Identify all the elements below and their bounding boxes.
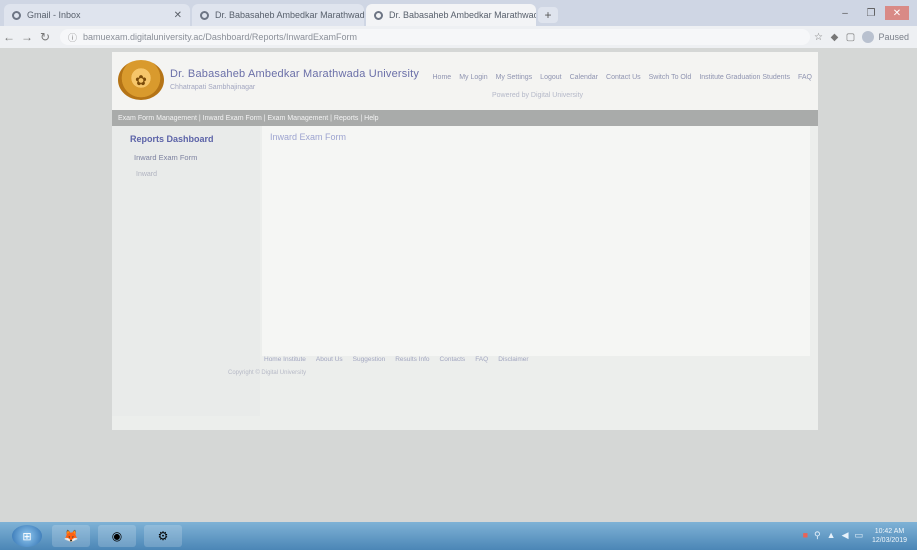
sidebar-heading: Reports Dashboard [130,134,214,144]
nav-faq[interactable]: FAQ [798,74,812,81]
start-button[interactable]: ⊞ [12,525,42,547]
address-bar[interactable]: ⓘ bamuexam.digitaluniversity.ac/Dashboar… [60,29,811,45]
nav-contact-us[interactable]: Contact Us [606,74,641,81]
cast-icon[interactable]: ▢ [842,32,858,43]
new-tab-button[interactable]: + [538,7,558,23]
page-title: Inward Exam Form [270,132,347,142]
chrome-icon[interactable]: ◉ [98,525,136,547]
search-icon[interactable]: ⚲ [814,530,821,541]
footer-link[interactable]: About Us [316,356,343,363]
tab-title: Gmail - Inbox [27,10,81,20]
footer-link[interactable]: Contacts [440,356,466,363]
browser-tab-strip: Gmail - Inbox ✕ Dr. Babasaheb Ambedkar M… [0,0,917,26]
globe-icon [200,10,209,20]
action-center-icon[interactable]: ▭ [854,530,863,541]
nav-my-login[interactable]: My Login [459,74,487,81]
site-tagline: Powered by Digital University [492,92,584,99]
nav-logout[interactable]: Logout [540,74,561,81]
network-icon[interactable]: ▲ [827,530,836,541]
nav-my-settings[interactable]: My Settings [496,74,533,81]
footer-link[interactable]: Disclaimer [498,356,528,363]
university-name: Dr. Babasaheb Ambedkar Marathwada Univer… [170,68,420,80]
footer-links: Home Institute About Us Suggestion Resul… [264,356,529,363]
browser-tab-university-active[interactable]: Dr. Babasaheb Ambedkar Marathwada Univer… [366,4,536,26]
star-icon[interactable]: ☆ [810,32,826,43]
window-controls: – ❐ ✕ [833,6,909,20]
nav-calendar[interactable]: Calendar [570,74,598,81]
clock-time: 10:42 AM [874,528,905,535]
os-taskbar: ⊞ 🦊 ◉ ⚙ ■ ⚲ ▲ ◀ ▭ 10:42 AM 12/03/2019 [0,522,917,550]
browser-tab-university[interactable]: Dr. Babasaheb Ambedkar Marathwada Univer… [192,4,364,26]
nav-switch-old[interactable]: Switch To Old [649,74,692,81]
reload-icon[interactable]: ↻ [36,30,54,44]
copyright-text: Copyright © Digital University [228,370,307,376]
firefox-icon[interactable]: 🦊 [52,525,90,547]
extension-icon[interactable]: ◆ [826,32,842,43]
site-header: ✿ Dr. Babasaheb Ambedkar Marathwada Univ… [112,52,818,110]
browser-viewport: ✿ Dr. Babasaheb Ambedkar Marathwada Univ… [0,48,917,522]
profile-avatar[interactable] [862,31,875,43]
address-text: bamuexam.digitaluniversity.ac/Dashboard/… [83,32,357,42]
sidebar-item-inward-exam-form[interactable]: Inward Exam Form [134,153,260,162]
close-window-button[interactable]: ✕ [885,6,909,20]
footer-link[interactable]: Results Info [395,356,429,363]
close-icon[interactable]: ✕ [168,10,182,21]
tab-title: Dr. Babasaheb Ambedkar Marathwada Univer… [215,10,364,20]
footer-link[interactable]: Home Institute [264,356,306,363]
top-navigation: Home My Login My Settings Logout Calenda… [433,74,813,81]
module-menu-bar[interactable]: Exam Form Management | Inward Exam Form … [112,110,818,126]
volume-icon[interactable]: ◀ [842,530,849,541]
minimize-button[interactable]: – [833,6,857,20]
university-logo: ✿ [118,60,164,100]
profile-label[interactable]: Paused [878,32,917,42]
info-icon[interactable]: ⓘ [68,31,77,44]
back-icon[interactable]: ← [0,30,18,44]
footer-link[interactable]: Suggestion [353,356,386,363]
main-panel: Inward Exam Form [262,126,810,356]
sidebar-subitem-inward[interactable]: Inward [136,171,260,178]
clock-date: 12/03/2019 [871,537,907,544]
university-subtitle: Chhatrapati Sambhajinagar [170,84,256,91]
mail-icon [12,10,21,20]
maximize-button[interactable]: ❐ [859,6,883,20]
browser-toolbar: ← → ↻ ⓘ bamuexam.digitaluniversity.ac/Da… [0,26,917,48]
globe-icon [374,10,383,20]
web-page: ✿ Dr. Babasaheb Ambedkar Marathwada Univ… [112,52,818,430]
browser-tab-gmail[interactable]: Gmail - Inbox ✕ [4,4,190,26]
system-tray: ■ ⚲ ▲ ◀ ▭ [803,530,863,541]
nav-home[interactable]: Home [433,74,452,81]
footer-link[interactable]: FAQ [475,356,488,363]
settings-icon[interactable]: ⚙ [144,525,182,547]
security-icon[interactable]: ■ [803,530,808,541]
forward-icon[interactable]: → [18,30,36,44]
nav-institute-students[interactable]: Institute Graduation Students [699,74,790,81]
taskbar-clock[interactable]: 10:42 AM 12/03/2019 [872,527,907,545]
tab-title: Dr. Babasaheb Ambedkar Marathwada Univer… [389,10,536,20]
